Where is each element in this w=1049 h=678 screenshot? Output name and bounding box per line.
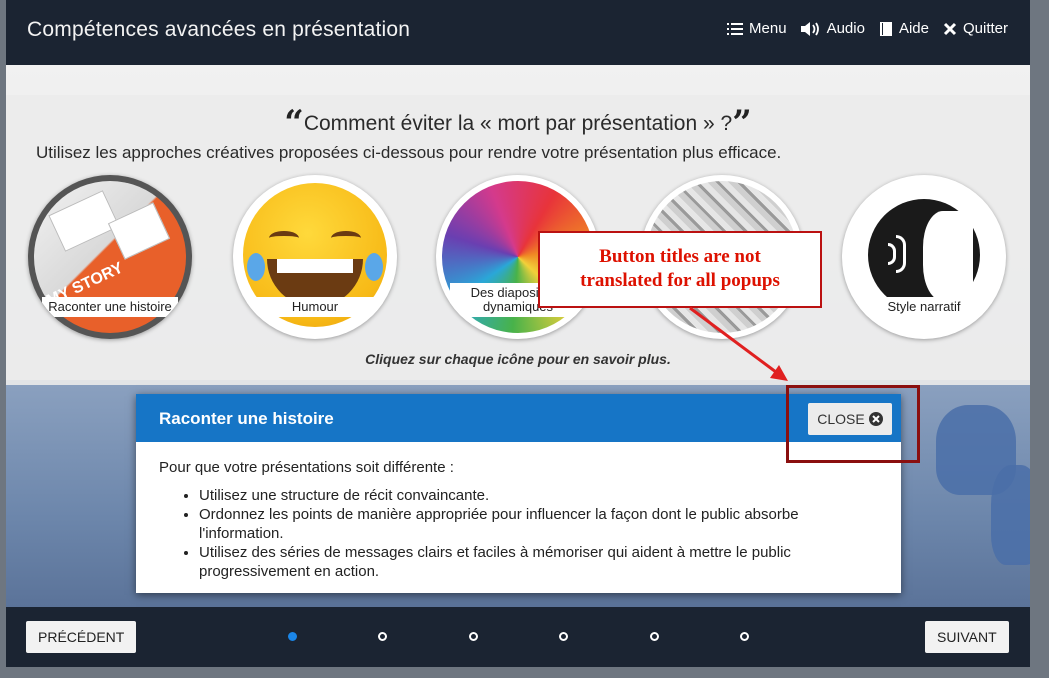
- slide-subtitle: Utilisez les approches créatives proposé…: [36, 143, 782, 162]
- list-item: Utilisez des séries de messages clairs e…: [199, 543, 879, 581]
- list-icon: [727, 22, 744, 35]
- circle-caption: Raconter une histoire: [42, 297, 178, 317]
- quit-label: Quitter: [962, 20, 1008, 37]
- slide-title-text: Comment éviter la « mort par présentatio…: [303, 112, 733, 135]
- menu-label: Menu: [749, 20, 787, 37]
- page-dot-5[interactable]: [650, 632, 659, 641]
- close-x-icon: [943, 22, 957, 35]
- slide-title: “Comment éviter la « mort par présentati…: [6, 103, 1030, 143]
- page-dot-4[interactable]: [559, 632, 568, 641]
- page-dot-1[interactable]: [288, 632, 297, 641]
- menu-button[interactable]: Menu: [727, 20, 787, 37]
- slide-stage: “Comment éviter la « mort par présentati…: [6, 65, 1030, 607]
- list-item: Ordonnez les points de manière approprié…: [199, 505, 879, 543]
- top-bar: Compétences avancées en présentation Men…: [6, 0, 1030, 65]
- bottom-bar: PRÉCÉDENT SUIVANT: [6, 607, 1030, 667]
- popup-title: Raconter une histoire: [159, 409, 334, 428]
- close-quote-icon: ”: [732, 103, 752, 143]
- next-button[interactable]: SUIVANT: [925, 621, 1009, 653]
- previous-button[interactable]: PRÉCÉDENT: [26, 621, 137, 653]
- page-dot-6[interactable]: [740, 632, 749, 641]
- circle-button-story[interactable]: MY STORY Raconter une histoire: [28, 175, 192, 339]
- circle-caption: Humour: [247, 297, 383, 317]
- book-icon: [879, 21, 892, 36]
- list-item: Utilisez une structure de récit convainc…: [199, 486, 879, 505]
- quit-button[interactable]: Quitter: [943, 20, 1008, 37]
- top-nav: Menu Audio Aide Quitter: [727, 20, 1008, 37]
- annotation-callout: Button titles are not translated for all…: [538, 231, 822, 308]
- open-quote-icon: “: [284, 103, 304, 143]
- annotation-line-1: Button titles are not: [599, 246, 761, 267]
- page-dot-3[interactable]: [469, 632, 478, 641]
- app-title: Compétences avancées en présentation: [27, 18, 411, 41]
- annotation-line-2: translated for all popups: [580, 270, 780, 291]
- audio-button[interactable]: Audio: [800, 20, 865, 37]
- circle-button-narrative-style[interactable]: Style narratif: [842, 175, 1006, 339]
- circle-caption: Style narratif: [856, 297, 992, 317]
- speaker-icon: [800, 21, 819, 36]
- audio-label: Audio: [826, 20, 865, 37]
- instruction-hint: Cliquez sur chaque icône pour en savoir …: [365, 351, 671, 367]
- circle-button-humour[interactable]: Humour: [233, 175, 397, 339]
- help-label: Aide: [898, 20, 929, 37]
- popup-bullet-list: Utilisez une structure de récit convainc…: [159, 486, 879, 581]
- popup-body: Pour que votre présentations soit différ…: [159, 458, 879, 581]
- popup-intro: Pour que votre présentations soit différ…: [159, 459, 454, 476]
- background-chair: [991, 465, 1030, 565]
- page-dot-2[interactable]: [378, 632, 387, 641]
- annotation-highlight-box: [786, 385, 920, 463]
- help-button[interactable]: Aide: [879, 20, 929, 37]
- app-frame: Compétences avancées en présentation Men…: [6, 0, 1030, 667]
